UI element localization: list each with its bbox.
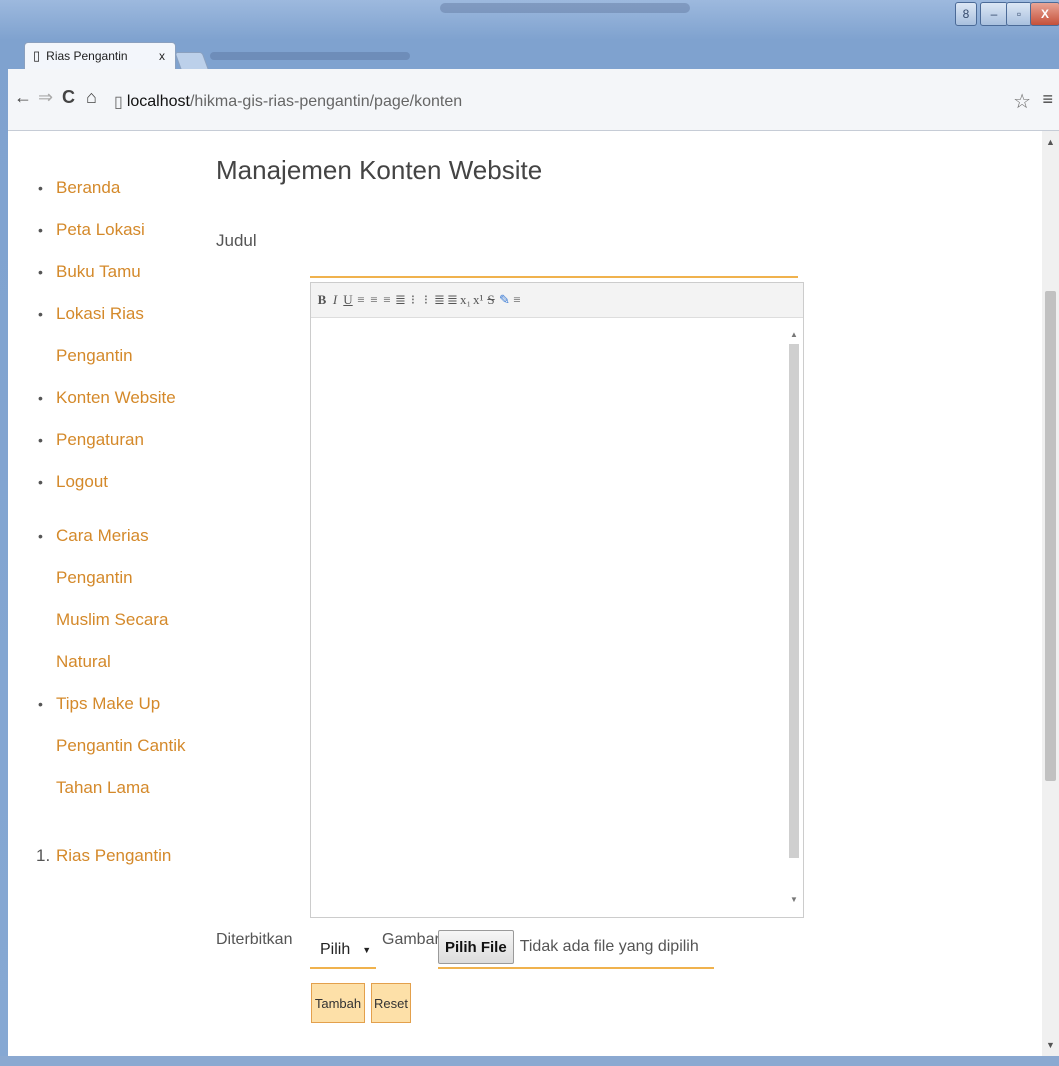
sidebar-item-buku-tamu[interactable]: Buku Tamu <box>24 251 214 293</box>
gambar-label: Gambar <box>382 931 440 948</box>
sidebar-item-peta-lokasi[interactable]: Peta Lokasi <box>24 209 214 251</box>
sidebar-item-konten-website[interactable]: Konten Website <box>24 377 214 419</box>
editor-scroll-thumb[interactable] <box>789 344 799 858</box>
align-center-icon[interactable]: ≡ <box>369 292 379 308</box>
browser-window: 8 – ▫ X ▯ Rias Pengantin x ← ⇒ C ⌂ ▯ loc… <box>0 0 1059 1066</box>
post-link-line[interactable]: Tips Make Up <box>56 694 160 713</box>
subscript-icon[interactable]: x₁ <box>460 292 471 308</box>
url-path: /hikma-gis-rias-pengantin/page/konten <box>189 93 463 110</box>
sidebar-item-pengaturan[interactable]: Pengaturan <box>24 419 214 461</box>
window-title <box>440 3 690 13</box>
scroll-down-icon[interactable]: ▼ <box>1046 1040 1055 1050</box>
remove-format-icon[interactable]: ✎ <box>499 292 510 308</box>
post-link[interactable]: Tips Make Up Pengantin Cantik Tahan Lama <box>24 683 214 809</box>
home-icon[interactable]: ⌂ <box>86 87 97 108</box>
judul-input[interactable] <box>310 244 798 278</box>
superscript-icon[interactable]: x¹ <box>473 292 483 308</box>
align-right-icon[interactable]: ≡ <box>382 292 392 308</box>
bookmark-star-icon[interactable]: ☆ <box>1013 89 1031 114</box>
bold-icon[interactable]: B <box>317 292 327 308</box>
align-left-icon[interactable]: ≡ <box>356 292 366 308</box>
back-icon[interactable]: ← <box>14 87 32 108</box>
page-icon: ▯ <box>114 94 123 111</box>
justify-icon[interactable]: ≣ <box>395 292 406 308</box>
editor-textarea[interactable]: ▲ ▼ <box>311 318 803 917</box>
strikethrough-icon[interactable]: S <box>486 292 496 308</box>
choose-file-button[interactable]: Pilih File <box>438 930 514 964</box>
rich-text-editor: B I U ≡ ≡ ≡ ≣ ⁝ ⁝ ≣ ≣ x₁ x¹ S ✎ ≡ ▲ ▼ <box>310 282 804 918</box>
ordered-list-icon[interactable]: ⁝ <box>408 292 418 308</box>
post-link-line[interactable]: Tahan Lama <box>56 778 150 797</box>
sidebar-posts: Cara Merias Pengantin Muslim Secara Natur… <box>24 515 214 809</box>
sidebar-item-logout[interactable]: Logout <box>24 461 214 503</box>
page-icon: ▯ <box>33 48 41 63</box>
file-status: Tidak ada file yang dipilih <box>519 938 699 955</box>
bookmarks-bar <box>210 52 410 60</box>
underline-icon[interactable]: U <box>343 292 353 308</box>
select-value: Pilih <box>320 941 351 958</box>
tab-title: Rias Pengantin <box>46 49 128 63</box>
unordered-list-icon[interactable]: ⁝ <box>421 292 431 308</box>
scroll-down-icon[interactable]: ▼ <box>790 895 798 904</box>
page-scroll-thumb[interactable] <box>1045 291 1056 781</box>
browser-tab[interactable]: ▯ Rias Pengantin x <box>24 42 176 69</box>
file-input[interactable]: Pilih File Tidak ada file yang dipilih <box>438 927 714 969</box>
post-link-line[interactable]: Pengantin Cantik <box>56 736 185 755</box>
browser-toolbar: ← ⇒ C ⌂ ▯ localhost/hikma-gis-rias-penga… <box>8 69 1059 131</box>
reload-icon[interactable]: C <box>62 87 75 108</box>
tab-close-icon[interactable]: x <box>159 49 165 63</box>
sidebar-item-beranda[interactable]: Beranda <box>24 167 214 209</box>
menu-icon[interactable]: ≡ <box>1042 89 1053 110</box>
page-content: Beranda Peta Lokasi Buku Tamu Lokasi Ria… <box>8 131 1042 1056</box>
window-bottom-border <box>0 1056 1059 1066</box>
forward-icon[interactable]: ⇒ <box>38 87 53 108</box>
sidebar-menu: Beranda Peta Lokasi Buku Tamu Lokasi Ria… <box>24 167 214 503</box>
html-icon[interactable]: ≡ <box>512 292 522 308</box>
outdent-icon[interactable]: ≣ <box>434 292 445 308</box>
diterbitkan-label: Diterbitkan <box>216 931 293 948</box>
tambah-button[interactable]: Tambah <box>311 983 365 1023</box>
publish-select[interactable]: Pilih ▼ <box>310 933 376 969</box>
editor-scrollbar[interactable]: ▲ ▼ <box>789 330 799 904</box>
address-bar[interactable]: ▯ localhost/hikma-gis-rias-pengantin/pag… <box>114 87 1014 117</box>
reset-button[interactable]: Reset <box>371 983 411 1023</box>
sidebar-item-lokasi-rias-pengantin[interactable]: Lokasi Rias Pengantin <box>24 293 214 377</box>
maximize-button[interactable]: ▫ <box>1006 2 1032 26</box>
post-link[interactable]: Cara Merias Pengantin Muslim Secara Natur… <box>24 515 214 683</box>
close-window-button[interactable]: X <box>1030 2 1059 26</box>
editor-toolbar: B I U ≡ ≡ ≡ ≣ ⁝ ⁝ ≣ ≣ x₁ x¹ S ✎ ≡ <box>311 283 803 318</box>
italic-icon[interactable]: I <box>330 292 340 308</box>
title-bar: 8 – ▫ X <box>0 0 1059 40</box>
post-link-line[interactable]: Muslim Secara Natural <box>56 610 168 671</box>
numbered-item[interactable]: Rias Pengantin <box>24 835 214 877</box>
minimize-button[interactable]: – <box>980 2 1008 26</box>
page-title: Manajemen Konten Website <box>216 155 543 185</box>
sidebar: Beranda Peta Lokasi Buku Tamu Lokasi Ria… <box>24 167 214 877</box>
indent-icon[interactable]: ≣ <box>447 292 458 308</box>
chevron-down-icon: ▼ <box>362 945 372 955</box>
sidebar-numbered-list: Rias Pengantin <box>24 835 214 877</box>
scroll-up-icon[interactable]: ▲ <box>790 330 798 339</box>
page-scrollbar[interactable]: ▲ ▼ <box>1042 131 1059 1056</box>
user-icon[interactable]: 8 <box>955 2 977 26</box>
post-link-line[interactable]: Cara Merias Pengantin <box>56 526 149 587</box>
judul-label: Judul <box>216 231 257 250</box>
scroll-up-icon[interactable]: ▲ <box>1046 137 1055 147</box>
url-host: localhost <box>126 93 190 110</box>
